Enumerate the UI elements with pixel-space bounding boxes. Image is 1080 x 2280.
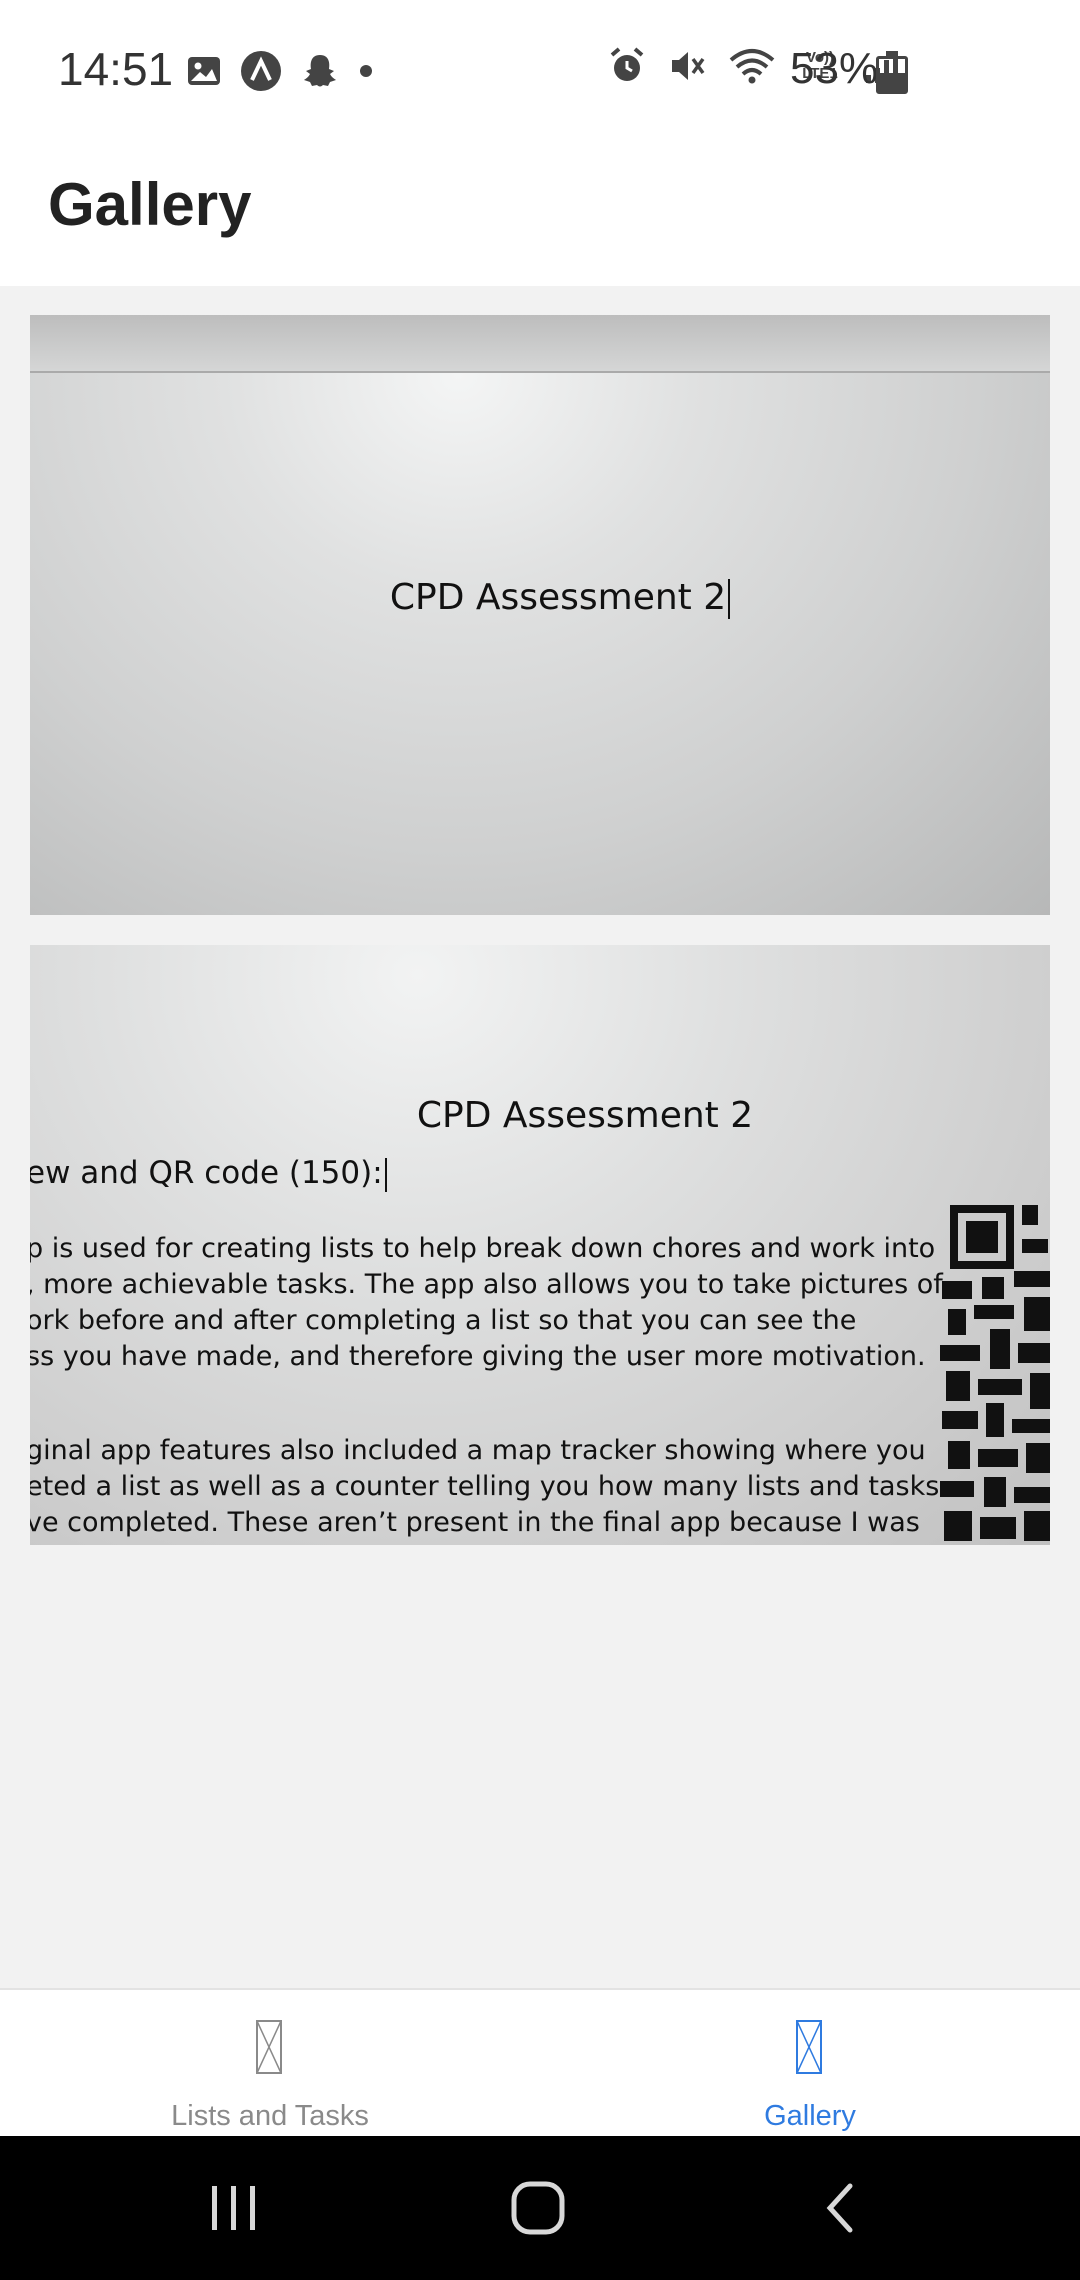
- mute-icon: [672, 52, 705, 80]
- placeholder-icon: [796, 2020, 822, 2074]
- tab-label: Lists and Tasks: [171, 2100, 369, 2132]
- wifi-icon: [729, 49, 775, 84]
- back-icon[interactable]: [820, 2182, 860, 2234]
- recents-icon[interactable]: [208, 2184, 260, 2232]
- subheading-text: ew and QR code (150):: [30, 1155, 383, 1191]
- app-a-icon: [241, 51, 281, 91]
- tab-lists-and-tasks[interactable]: Lists and Tasks: [0, 1990, 540, 2138]
- battery-icon: [876, 51, 908, 94]
- paragraph-line: ss you have made, and therefore giving t…: [30, 1341, 926, 1372]
- app-bar: Gallery: [0, 140, 1080, 286]
- photo-title-text: CPD Assessment 2: [389, 577, 727, 618]
- tab-gallery[interactable]: Gallery: [540, 1990, 1080, 2138]
- photo-top-band: [30, 315, 1050, 373]
- home-icon[interactable]: [510, 2180, 566, 2236]
- photo-document-title: CPD Assessment 2: [30, 577, 1050, 619]
- status-bar: 14:51 Vo)) LTE1 53%: [0, 0, 1080, 140]
- paragraph-line: ve completed. These aren’t present in th…: [30, 1507, 920, 1538]
- photo-document-subheading: ew and QR code (150):: [30, 1155, 387, 1192]
- paragraph-line: , more achievable tasks. The app also al…: [30, 1269, 943, 1300]
- qr-code-image: [940, 1205, 1050, 1541]
- tab-label: Gallery: [764, 2100, 856, 2132]
- gallery-photo[interactable]: CPD Assessment 2 ew and QR code (150): p…: [30, 945, 1050, 1545]
- gallery-photo[interactable]: CPD Assessment 2: [30, 315, 1050, 915]
- bottom-navigation: Lists and Tasks Gallery: [0, 1988, 1080, 2138]
- gallery-list: CPD Assessment 2 CPD Assessment 2 ew and…: [30, 315, 1050, 1575]
- paragraph-line: p is used for creating lists to help bre…: [30, 1233, 936, 1264]
- photo-paragraph-1: p is used for creating lists to help bre…: [30, 1231, 943, 1375]
- notification-icons: [186, 50, 374, 92]
- status-time: 14:51: [58, 43, 174, 95]
- photo-paragraph-2: ginal app features also included a map t…: [30, 1433, 940, 1541]
- text-cursor: [384, 1157, 387, 1192]
- battery-percent: 53%: [790, 44, 879, 93]
- alarm-icon: [610, 47, 644, 81]
- placeholder-icon: [256, 2020, 282, 2074]
- page-title: Gallery: [48, 171, 252, 238]
- paragraph-line: ginal app features also included a map t…: [30, 1435, 926, 1466]
- snapchat-icon: [304, 55, 336, 87]
- dot-icon: [360, 65, 372, 77]
- paragraph-line: ork before and after completing a list s…: [30, 1305, 857, 1336]
- image-icon: [188, 57, 220, 85]
- system-navigation-bar: [0, 2136, 1080, 2280]
- text-cursor: [728, 579, 731, 619]
- photo-document-title: CPD Assessment 2: [416, 1095, 754, 1136]
- paragraph-line: eted a list as well as a counter telling…: [30, 1471, 940, 1502]
